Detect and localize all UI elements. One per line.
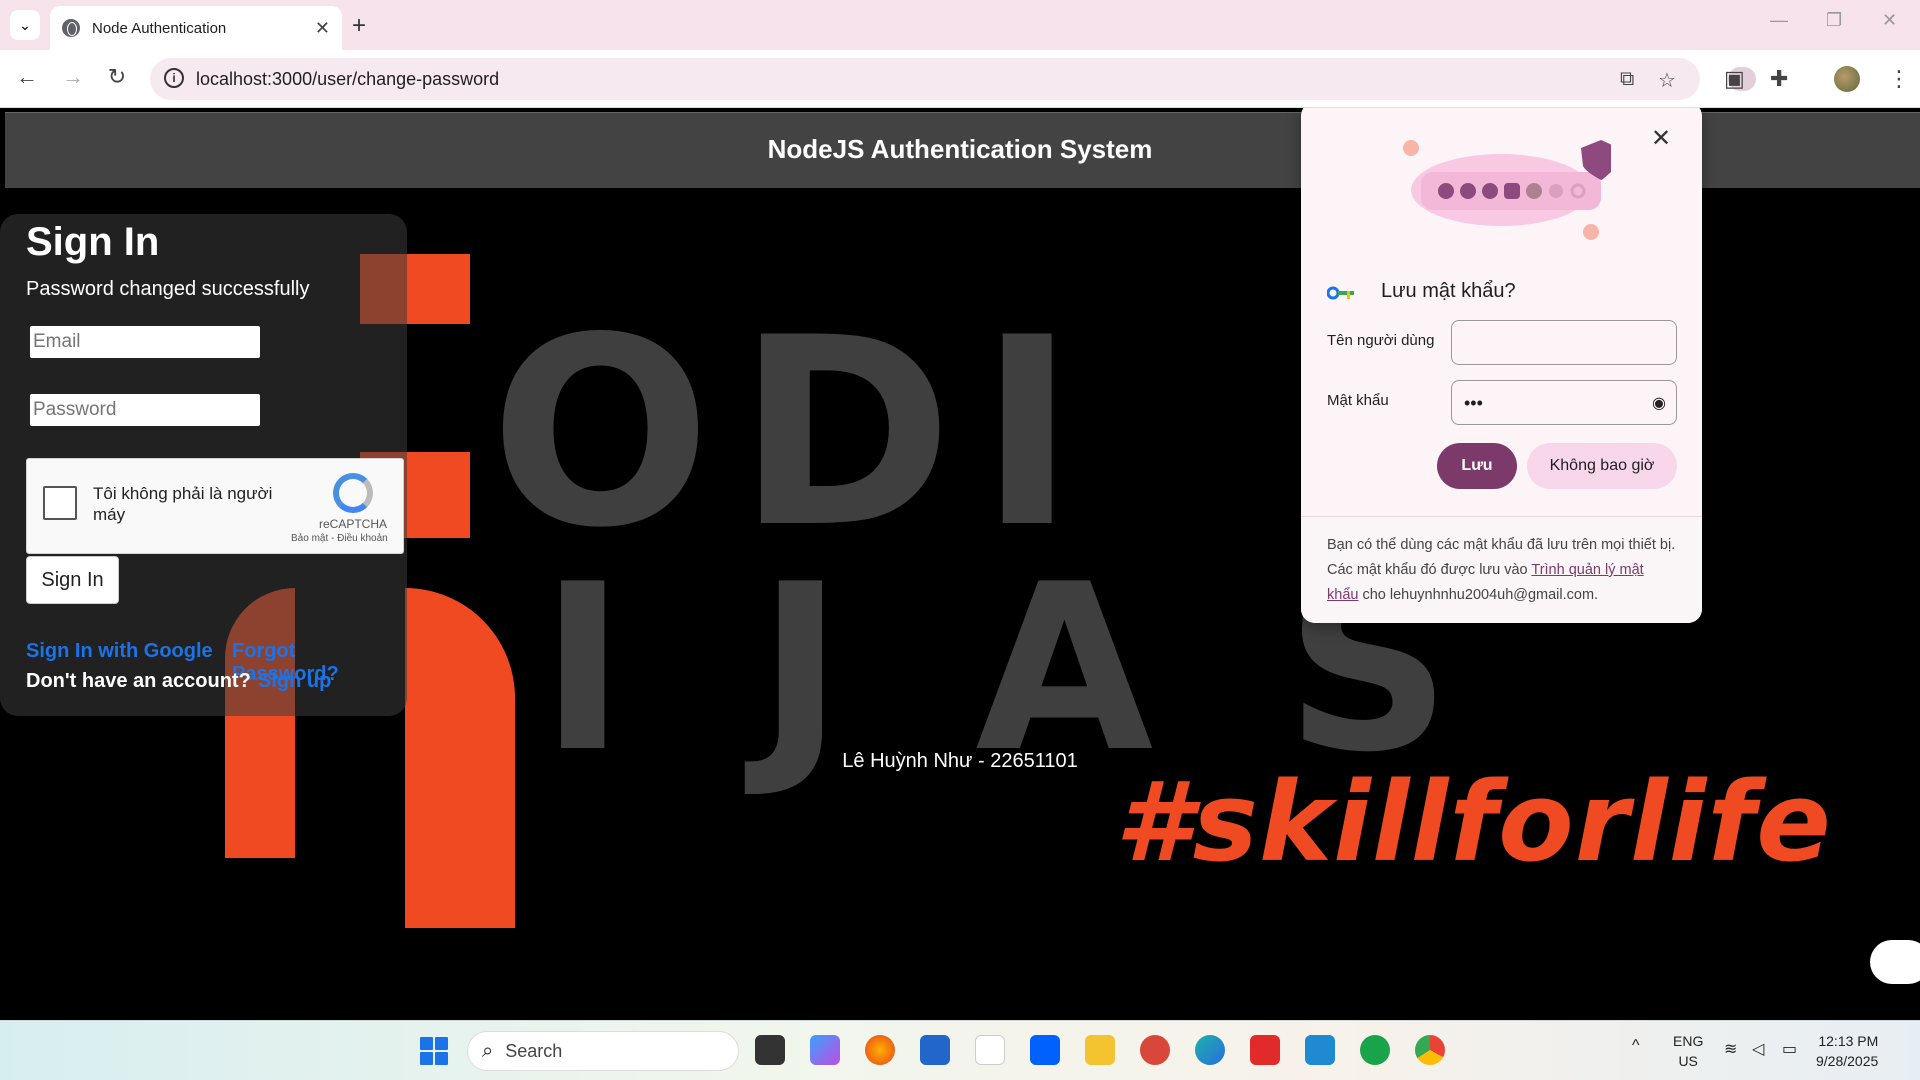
chevron-up-icon[interactable]: ^ [1632,1037,1640,1055]
chevron-down-icon: ⌄ [19,16,31,33]
taskbar-search[interactable]: ⌕ Search [467,1031,739,1071]
forward-icon[interactable]: → [58,64,88,90]
never-save-button[interactable]: Không bao giờ [1527,443,1677,489]
new-tab-icon[interactable]: + [352,12,366,40]
side-assistant-icon[interactable] [1870,940,1920,984]
recaptcha-widget: Tôi không phải là người máy reCAPTCHA Bả… [26,458,404,554]
password-value: ••• [1464,393,1483,413]
battery-icon[interactable]: ▭ [1782,1039,1797,1059]
footer-text-suffix: cho lehuynhnhu2004uh@gmail.com. [1358,587,1599,603]
wps-icon[interactable] [1250,1035,1280,1065]
password-field[interactable]: ••• ◉ [1451,380,1677,425]
tab-search-button[interactable]: ⌄ [10,10,40,40]
key-icon [1327,286,1354,300]
site-info-icon[interactable]: i [164,68,184,88]
wifi-icon[interactable]: ≋ [1724,1039,1737,1059]
signin-title: Sign In [26,220,160,264]
translate-icon[interactable]: ⧉ [1620,68,1634,91]
extensions-puzzle-icon[interactable]: ✚ [1770,66,1788,92]
lang-bottom: US [1678,1053,1698,1069]
globe-icon [62,19,80,37]
search-placeholder: Search [505,1040,563,1061]
volume-icon[interactable]: ◁ [1752,1039,1764,1059]
clock[interactable]: 12:13 PM 9/28/2025 [1816,1031,1878,1071]
windows-start-icon[interactable] [420,1037,448,1065]
firefox-icon[interactable] [865,1035,895,1065]
chrome-icon[interactable] [1415,1035,1445,1065]
minimize-icon[interactable]: — [1770,10,1788,31]
tab-node-authentication[interactable]: Node Authentication ✕ [50,6,342,50]
taskbar: ⌕ Search ^ ENG US ≋ ◁ ▭ 12:13 PM 9/28/20… [0,1020,1920,1080]
password-label: Mật khẩu [1327,392,1389,409]
page-viewport: NodeJS Authentication System ODI I J A S… [0,108,1920,1020]
browser-toolbar: ← → ↻ i localhost:3000/user/change-passw… [0,50,1920,108]
app-icon[interactable] [1140,1035,1170,1065]
recaptcha-checkbox[interactable] [43,486,77,520]
signin-card: Sign In Password changed successfully Tô… [0,214,407,716]
recaptcha-brand: reCAPTCHA [319,517,388,531]
tab-title: Node Authentication [92,19,227,37]
profile-avatar[interactable] [1834,66,1860,92]
no-account-text: Don't have an account? [26,670,251,692]
dropbox-icon[interactable] [1030,1035,1060,1065]
url-text: localhost:3000/user/change-password [196,68,500,89]
username-field[interactable] [1451,320,1677,365]
lang-top: ENG [1673,1033,1704,1049]
close-icon[interactable]: ✕ [1651,124,1671,153]
popup-title: Lưu mật khẩu? [1381,280,1516,302]
vscode-icon[interactable] [1305,1035,1335,1065]
restore-icon[interactable]: ❐ [1826,10,1842,31]
back-icon[interactable]: ← [12,64,42,90]
file-explorer-icon[interactable] [1085,1035,1115,1065]
recaptcha-logo-icon [333,473,373,513]
mongodb-icon[interactable] [1360,1035,1390,1065]
email-input[interactable] [28,324,262,360]
clock-time: 12:13 PM [1818,1033,1879,1049]
save-password-popup: ✕ Lưu mật khẩu? Tên người dùng Mật khẩu … [1301,108,1702,623]
google-signin-link[interactable]: Sign In with Google [26,640,213,663]
password-illustration [1403,140,1611,240]
close-tab-icon[interactable]: ✕ [315,18,330,39]
edge-icon[interactable] [1195,1035,1225,1065]
window-close-icon[interactable]: ✕ [1882,10,1897,31]
signup-link[interactable]: Sign up [258,670,331,693]
store-icon[interactable] [920,1035,950,1065]
password-input[interactable] [28,392,262,428]
tab-strip: ⌄ Node Authentication ✕ + — ❐ ✕ [0,0,1920,50]
address-bar[interactable]: i localhost:3000/user/change-password ⧉ … [150,58,1756,100]
popup-footer: Bạn có thể dùng các mật khẩu đã lưu trên… [1301,516,1702,623]
task-view-icon[interactable] [755,1035,785,1065]
amazon-icon[interactable] [975,1035,1005,1065]
menu-dots-icon[interactable]: ⋮ [1888,66,1910,92]
bookmark-star-icon[interactable]: ☆ [1658,68,1676,93]
language-indicator[interactable]: ENG US [1673,1031,1703,1071]
recaptcha-label: Tôi không phải là người máy [93,484,273,524]
extension-app-icon[interactable]: ▣ [1724,66,1745,92]
reload-icon[interactable]: ↻ [102,64,132,90]
slogan: #skillforlife [1115,758,1832,886]
clock-date: 9/28/2025 [1816,1053,1879,1069]
username-label: Tên người dùng [1327,332,1435,349]
author-footer: Lê Huỳnh Như - 22651101 [842,750,1078,772]
save-password-button[interactable]: Lưu [1437,443,1517,489]
search-icon: ⌕ [482,1039,494,1062]
copilot-icon[interactable] [810,1035,840,1065]
signin-button[interactable]: Sign In [26,556,119,604]
success-message: Password changed successfully [26,278,310,300]
eye-icon[interactable]: ◉ [1652,393,1666,413]
recaptcha-terms[interactable]: Bảo mật - Điều khoản [291,533,388,544]
